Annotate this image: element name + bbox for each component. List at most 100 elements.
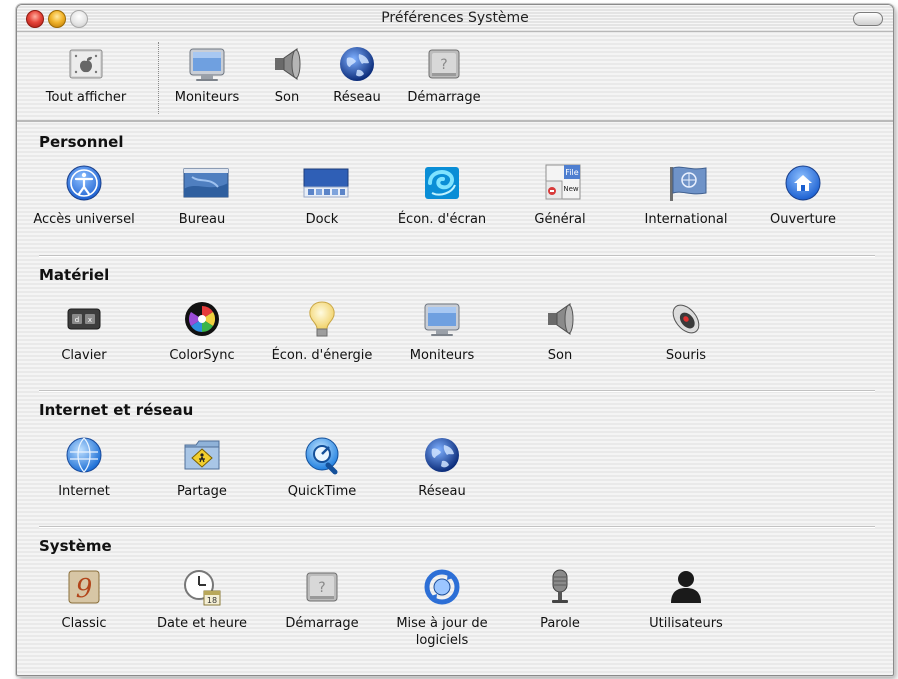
svg-text:x: x — [88, 316, 92, 324]
pref-quicktime[interactable]: QuickTime — [267, 435, 377, 500]
pref-screensaver[interactable]: Écon. d'écran — [387, 163, 497, 228]
toolbar-item-monitors[interactable]: Moniteurs — [167, 44, 247, 105]
svg-text:File: File — [565, 168, 578, 177]
user-silhouette-icon — [666, 567, 706, 607]
pref-label: Général — [534, 212, 586, 227]
svg-text:New: New — [563, 185, 579, 193]
toolbar-separator — [158, 42, 159, 114]
pref-label: Accès universel — [33, 212, 135, 227]
pref-speech[interactable]: Parole — [505, 567, 615, 632]
toolbar-item-sound[interactable]: Son — [257, 44, 317, 105]
toolbar-item-label: Démarrage — [407, 90, 481, 105]
section-divider — [39, 255, 875, 257]
toolbar: Tout afficher Moniteurs Son Réseau ? Dém… — [17, 32, 893, 122]
monitor-icon — [187, 44, 227, 84]
quicktime-icon — [302, 435, 342, 475]
toolbar-item-label: Moniteurs — [174, 90, 240, 105]
dock-icon — [302, 163, 349, 203]
pref-label: Écon. d'écran — [397, 212, 487, 227]
login-home-icon — [783, 163, 823, 203]
svg-text:?: ? — [318, 580, 325, 596]
system-preferences-window: Préférences Système Tout afficher Monite… — [16, 4, 894, 676]
speaker-icon — [540, 299, 580, 339]
svg-text:18: 18 — [207, 596, 217, 605]
pref-label: Parole — [540, 616, 580, 631]
pref-classic[interactable]: 9 Classic — [29, 567, 139, 632]
section-title-internet-network: Internet et réseau — [39, 401, 194, 419]
toolbar-item-show-all[interactable]: Tout afficher — [31, 44, 141, 105]
colorsync-icon — [182, 299, 222, 339]
pref-network[interactable]: Réseau — [387, 435, 497, 500]
section-divider — [39, 390, 875, 392]
toolbar-item-label: Réseau — [333, 90, 381, 105]
pref-users[interactable]: Utilisateurs — [631, 567, 741, 632]
desktop-icon — [182, 163, 229, 203]
section-divider — [39, 526, 875, 528]
pref-label: Utilisateurs — [649, 616, 723, 631]
pref-label: Moniteurs — [409, 348, 475, 363]
toolbar-item-startup[interactable]: ? Démarrage — [397, 44, 491, 105]
toolbar-item-label: Tout afficher — [45, 90, 127, 105]
mouse-icon — [666, 299, 706, 339]
startup-disk-icon: ? — [302, 567, 342, 607]
pref-label: Clavier — [61, 348, 107, 363]
svg-text:d: d — [75, 316, 79, 324]
globe-icon — [422, 435, 462, 475]
pref-monitors[interactable]: Moniteurs — [387, 299, 497, 364]
monitor-icon — [422, 299, 462, 339]
pref-general[interactable]: File New Général — [505, 163, 615, 228]
pref-label: International — [644, 212, 728, 227]
pref-label: Internet — [58, 484, 110, 499]
sharing-folder-icon — [182, 435, 222, 475]
keyboard-icon: d x — [64, 299, 104, 339]
svg-text:?: ? — [440, 57, 447, 73]
pref-label: Classic — [61, 616, 107, 631]
section-title-personal: Personnel — [39, 133, 124, 151]
pref-label: Réseau — [418, 484, 466, 499]
section-title-hardware: Matériel — [39, 266, 110, 284]
clock-calendar-icon: 18 — [182, 567, 222, 607]
toolbar-item-label: Son — [274, 90, 300, 105]
pref-mouse[interactable]: Souris — [631, 299, 741, 364]
pref-label: Ouverture — [770, 212, 836, 227]
pref-label: ColorSync — [169, 348, 235, 363]
general-icon: File New — [540, 163, 581, 203]
software-update-icon — [422, 567, 462, 607]
pref-dock[interactable]: Dock — [267, 163, 377, 228]
pref-label: Écon. d'énergie — [271, 348, 373, 363]
pref-login[interactable]: Ouverture — [748, 163, 858, 228]
pref-software-update[interactable]: Mise à jour de logiciels — [387, 567, 497, 649]
pref-energy-saver[interactable]: Écon. d'énergie — [267, 299, 377, 364]
international-flag-icon — [666, 163, 707, 203]
pref-international[interactable]: International — [631, 163, 741, 228]
pref-universal-access[interactable]: Accès universel — [29, 163, 139, 228]
lightbulb-icon — [302, 299, 342, 339]
pref-internet[interactable]: Internet — [29, 435, 139, 500]
pref-colorsync[interactable]: ColorSync — [147, 299, 257, 364]
startup-disk-icon: ? — [424, 44, 464, 84]
pref-date-time[interactable]: 18 Date et heure — [147, 567, 257, 632]
svg-text:9: 9 — [76, 574, 93, 604]
title-bar[interactable]: Préférences Système — [17, 5, 893, 32]
pref-label: Partage — [177, 484, 227, 499]
internet-globe-icon — [64, 435, 104, 475]
microphone-icon — [540, 567, 580, 607]
pref-sharing[interactable]: Partage — [147, 435, 257, 500]
pref-label: Mise à jour de logiciels — [396, 616, 488, 648]
pref-label: Date et heure — [157, 616, 247, 631]
toolbar-item-network[interactable]: Réseau — [327, 44, 387, 105]
pref-desktop[interactable]: Bureau — [147, 163, 257, 228]
show-all-icon — [66, 44, 106, 84]
pref-startup-disk[interactable]: ? Démarrage — [267, 567, 377, 632]
universal-access-icon — [64, 163, 104, 203]
pref-label: Démarrage — [285, 616, 359, 631]
pref-label: Dock — [305, 212, 339, 227]
pref-label: QuickTime — [287, 484, 357, 499]
pref-keyboard[interactable]: d x Clavier — [29, 299, 139, 364]
pref-sound[interactable]: Son — [505, 299, 615, 364]
globe-icon — [337, 44, 377, 84]
toolbar-toggle-button[interactable] — [853, 12, 883, 26]
classic-icon: 9 — [64, 567, 104, 607]
section-title-system: Système — [39, 537, 112, 555]
pref-label: Son — [547, 348, 573, 363]
